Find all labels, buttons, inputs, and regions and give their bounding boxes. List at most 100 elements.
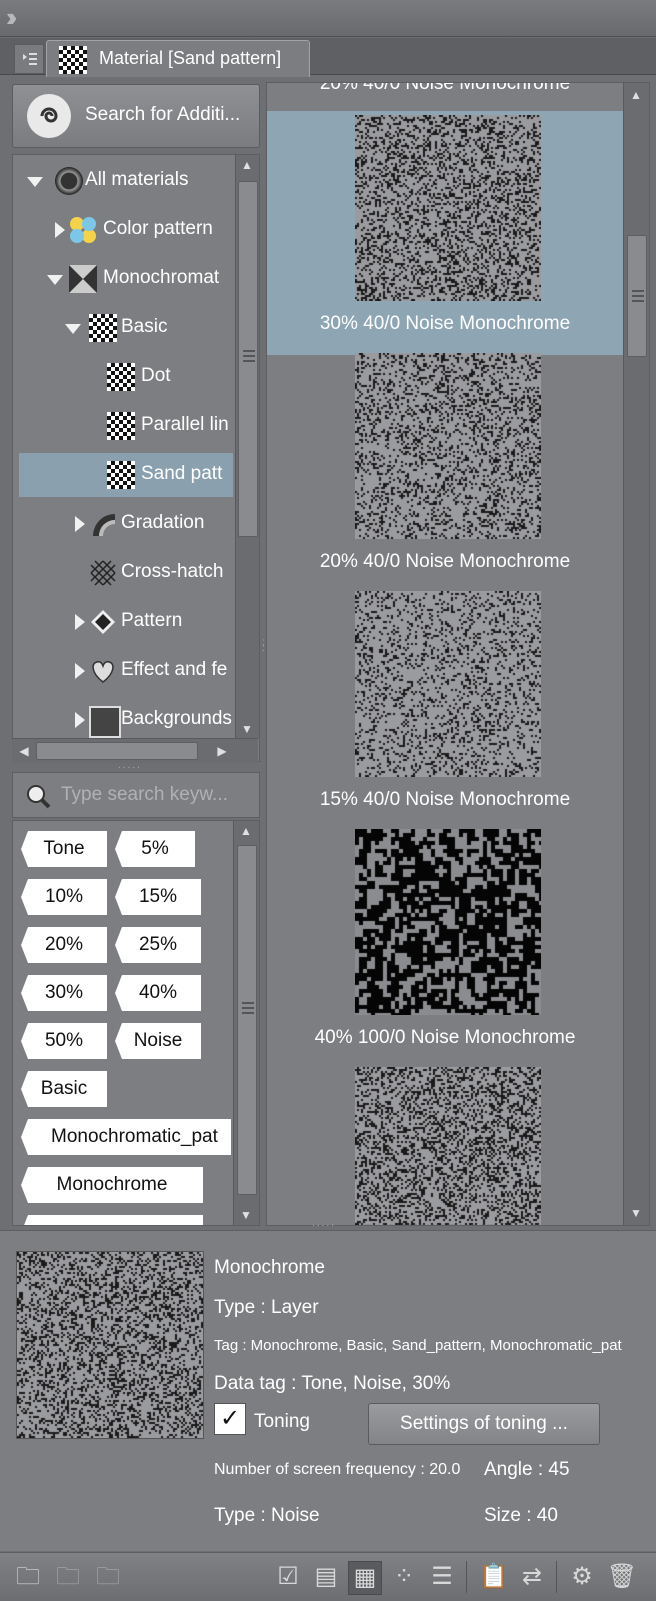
tag-chip[interactable]: Monochromatic_pat <box>21 1119 231 1155</box>
expand-arrow-icon[interactable] <box>75 516 85 532</box>
tree-item-backgrounds[interactable]: Backgrounds <box>13 698 233 742</box>
toning-checkbox[interactable]: ✓ <box>214 1403 246 1435</box>
collapse-arrow-icon[interactable] <box>27 177 43 187</box>
list-view-icon[interactable]: ☰ <box>426 1561 458 1593</box>
detail-view-icon[interactable]: ▤ <box>310 1561 342 1593</box>
detail-tags: Tag : Monochrome, Basic, Sand_pattern, M… <box>214 1337 622 1354</box>
material-tree: All materials Color pattern Monochromat … <box>12 154 260 762</box>
tree-item-monochromatic[interactable]: Monochromat <box>13 257 233 301</box>
settings-gear-icon[interactable]: ⚙ <box>566 1561 598 1593</box>
tag-chip[interactable]: 25% <box>115 927 201 963</box>
tag-chip[interactable]: 10% <box>21 879 107 915</box>
tree-item-all-materials[interactable]: All materials <box>13 159 233 203</box>
tag-chip[interactable]: 50% <box>21 1023 107 1059</box>
scroll-thumb[interactable] <box>237 845 257 1195</box>
replace-material-icon[interactable]: ⇄ <box>516 1561 548 1593</box>
scroll-left-icon[interactable]: ◀ <box>14 741 34 761</box>
tree-label: Pattern <box>121 610 183 631</box>
scroll-down-icon[interactable]: ▼ <box>237 719 257 739</box>
large-thumbnail-icon[interactable]: ▦ <box>348 1561 382 1595</box>
keyword-search-box[interactable]: Type search keyw... <box>12 772 260 818</box>
tree-scrollbar[interactable]: ▲ ▼ <box>235 155 259 739</box>
scroll-down-icon[interactable]: ▼ <box>236 1205 256 1225</box>
edit-folder-icon[interactable]: 🗀 <box>52 1561 84 1593</box>
checkbox-view-icon[interactable]: ☑ <box>272 1561 304 1593</box>
trash-icon[interactable]: 🗑 <box>606 1561 638 1593</box>
material-thumbnail <box>355 115 541 301</box>
expand-arrow-icon[interactable] <box>55 222 65 238</box>
collapse-arrow-icon[interactable] <box>47 275 63 285</box>
clip-logo-icon <box>27 94 71 138</box>
material-item[interactable]: 30% 40/0 Noise Monochrome <box>267 111 623 355</box>
tree-label: Color pattern <box>103 218 213 239</box>
tree-label: Basic <box>121 316 168 337</box>
tag-chip[interactable]: 30% <box>21 975 107 1011</box>
toning-settings-button[interactable]: Settings of toning ... <box>368 1403 600 1445</box>
tree-item-pattern[interactable]: Pattern <box>13 600 233 644</box>
tree-item-gradation[interactable]: Gradation <box>13 502 233 546</box>
material-caption: 40% 100/0 Noise Monochrome <box>314 1027 576 1048</box>
small-thumbnail-icon[interactable]: ⁘ <box>388 1561 420 1593</box>
material-item[interactable]: 15% 40/0 Noise Monochrome <box>267 587 623 831</box>
material-item[interactable] <box>267 1063 623 1225</box>
resize-handle[interactable]: ..... <box>312 1218 336 1229</box>
tag-chip[interactable]: Basic <box>21 1071 107 1107</box>
checker-icon <box>107 363 135 391</box>
new-folder-icon[interactable]: 🗀 <box>12 1561 44 1593</box>
material-item[interactable]: 40% 100/0 Noise Monochrome <box>267 825 623 1069</box>
tree-label: Monochromat <box>103 267 220 288</box>
paste-to-canvas-icon[interactable]: 📋 <box>478 1561 510 1593</box>
detail-data-tag: Data tag : Tone, Noise, 30% <box>214 1373 451 1394</box>
scroll-thumb[interactable] <box>627 235 647 357</box>
expand-arrow-icon[interactable] <box>75 712 85 728</box>
resize-handle[interactable]: :: <box>262 638 265 654</box>
tree-item-cross-hatch[interactable]: Cross-hatch <box>13 551 233 595</box>
heart-icon <box>89 657 117 685</box>
tree-item-parallel-line[interactable]: Parallel lin <box>13 404 233 448</box>
tag-chip[interactable]: Monochrome <box>21 1167 203 1203</box>
tree-label: Dot <box>141 365 171 386</box>
tag-chip[interactable]: Tone <box>21 831 107 867</box>
tree-label: All materials <box>85 169 189 190</box>
expand-panel-icon[interactable]: ›› <box>6 4 34 30</box>
tag-chip[interactable]: Noise <box>115 1023 201 1059</box>
material-caption: 15% 40/0 Noise Monochrome <box>319 789 571 810</box>
tab-material[interactable]: Material [Sand pattern] <box>46 40 310 77</box>
checker-icon <box>107 461 135 489</box>
tag-scrollbar[interactable]: ▲ ▼ <box>233 821 259 1225</box>
globe-icon <box>55 167 83 195</box>
tag-chip[interactable]: 20% <box>21 927 107 963</box>
tree-item-dot[interactable]: Dot <box>13 355 233 399</box>
material-preview <box>16 1251 204 1439</box>
scroll-down-icon[interactable]: ▼ <box>626 1203 646 1223</box>
scroll-right-icon[interactable]: ▶ <box>212 741 232 761</box>
scroll-up-icon[interactable]: ▲ <box>237 155 257 175</box>
tree-item-effect[interactable]: Effect and fe <box>13 649 233 693</box>
scroll-up-icon[interactable]: ▲ <box>626 85 646 105</box>
tree-item-basic[interactable]: Basic <box>13 306 233 350</box>
grid-scrollbar[interactable]: ▲ ▼ <box>623 83 649 1225</box>
tag-chip[interactable]: 40% <box>115 975 201 1011</box>
tree-item-color-pattern[interactable]: Color pattern <box>13 208 233 252</box>
expand-arrow-icon[interactable] <box>75 614 85 630</box>
tree-item-sand-pattern[interactable]: Sand patt <box>19 453 233 497</box>
material-item[interactable]: 20% 40/0 Noise Monochrome <box>267 349 623 593</box>
material-thumbnail <box>355 1067 541 1225</box>
detail-name: Monochrome <box>214 1257 325 1278</box>
search-additional-button[interactable]: Search for Additi... <box>12 84 260 148</box>
tag-chip[interactable] <box>21 1215 203 1225</box>
search-input[interactable]: Type search keyw... <box>61 784 228 806</box>
tag-chip[interactable]: 5% <box>115 831 195 867</box>
title-bar <box>0 0 656 37</box>
tree-label: Gradation <box>121 512 205 533</box>
scroll-thumb[interactable] <box>238 181 258 537</box>
collapse-arrow-icon[interactable] <box>65 324 81 334</box>
delete-folder-icon[interactable]: 🗀 <box>92 1561 124 1593</box>
scroll-up-icon[interactable]: ▲ <box>236 821 256 841</box>
tab-menu-button[interactable] <box>14 44 44 74</box>
expand-arrow-icon[interactable] <box>75 663 85 679</box>
scroll-thumb[interactable] <box>36 742 198 760</box>
tag-chip[interactable]: 15% <box>115 879 201 915</box>
material-caption: 20% 40/0 Noise Monochrome <box>319 551 571 572</box>
resize-handle[interactable]: ..... <box>118 760 142 771</box>
